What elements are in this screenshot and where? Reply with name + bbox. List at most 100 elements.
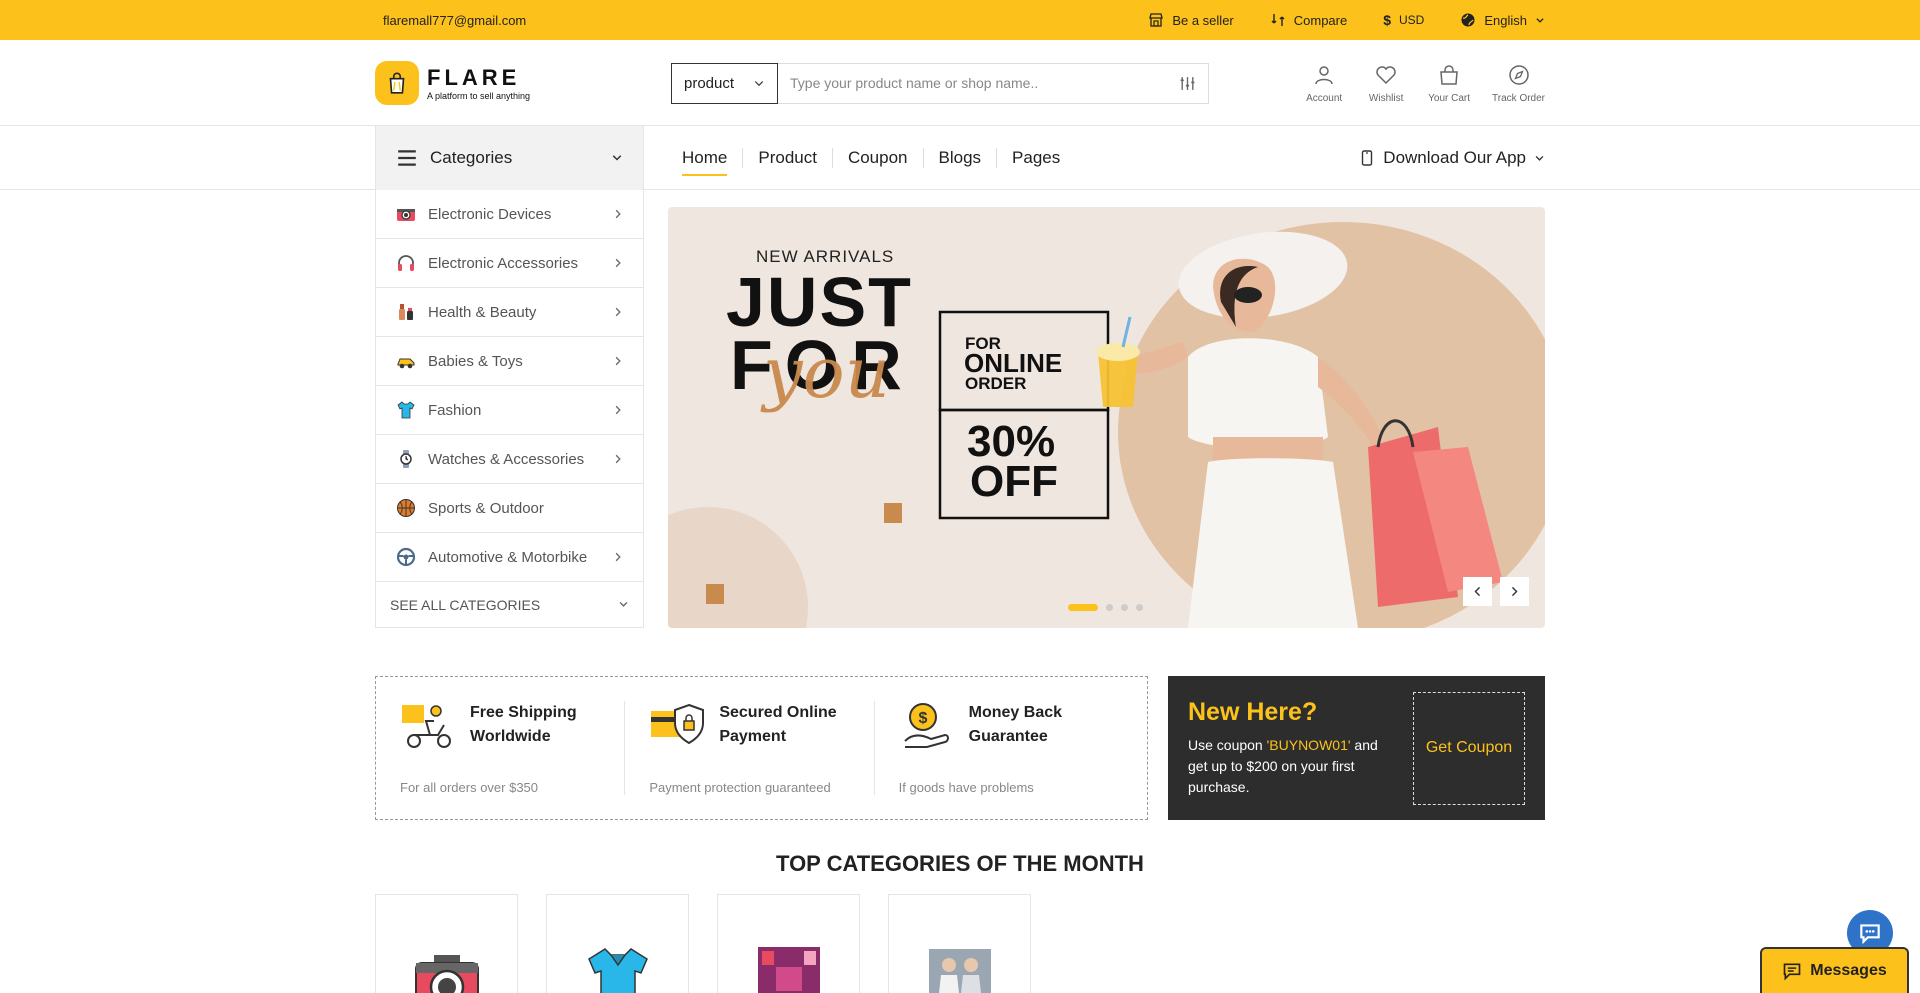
wishlist-button[interactable]: Wishlist [1366, 63, 1406, 104]
chevron-left-icon [1474, 586, 1481, 597]
store-icon [1149, 13, 1164, 27]
nav-coupon[interactable]: Coupon [831, 148, 923, 168]
contact-email[interactable]: flaremall777@gmail.com [375, 13, 526, 28]
hero-off: OFF [970, 457, 1058, 506]
account-button[interactable]: Account [1304, 63, 1344, 104]
features-strip: Free Shipping Worldwide For all orders o… [375, 676, 1148, 820]
sidebar-item-watches-accessories[interactable]: Watches & Accessories [376, 435, 643, 484]
camera-icon [414, 955, 479, 993]
headphones-icon [396, 253, 416, 273]
brand-name: FLARE [427, 65, 521, 90]
heart-icon [1376, 65, 1396, 84]
messages-button[interactable]: Messages [1760, 947, 1909, 993]
sidebar-item-label: Electronic Devices [428, 205, 552, 223]
get-coupon-button[interactable]: Get Coupon [1413, 691, 1525, 805]
search-category-value: product [684, 74, 735, 92]
secure-card-icon [651, 703, 705, 745]
feature-title: Free Shipping Worldwide [470, 704, 577, 745]
track-order-label: Track Order [1492, 92, 1545, 104]
wishlist-label: Wishlist [1368, 92, 1404, 104]
hamburger-icon [398, 150, 416, 166]
compass-icon [1508, 64, 1529, 85]
search-input[interactable] [790, 75, 1170, 91]
carousel-dot-1[interactable] [1068, 604, 1098, 611]
carousel-prev-button[interactable] [1463, 577, 1492, 606]
currency-selector[interactable]: $ USD [1383, 12, 1424, 28]
basketball-icon [396, 498, 416, 518]
feature-money-back: $ Money Back Guarantee If goods have pro… [873, 701, 1123, 795]
download-app-dropdown[interactable]: Download Our App [1359, 148, 1545, 168]
cosmetics-icon [396, 302, 416, 322]
svg-text:$: $ [918, 710, 927, 727]
feature-subtitle: For all orders over $350 [400, 780, 539, 795]
sidebar-item-electronic-devices[interactable]: Electronic Devices [376, 190, 643, 239]
chevron-right-icon [615, 405, 621, 415]
carousel-dot-2[interactable] [1106, 604, 1113, 611]
sidebar-item-health-beauty[interactable]: Health & Beauty [376, 288, 643, 337]
top-category-card[interactable] [717, 894, 860, 993]
sidebar-item-label: Electronic Accessories [428, 254, 579, 272]
feature-title: Secured Online Payment [719, 704, 837, 745]
feature-subtitle: If goods have problems [898, 780, 1034, 795]
delivery-scooter-icon [402, 705, 451, 748]
top-categories-heading: TOP CATEGORIES OF THE MONTH [776, 851, 1144, 876]
sidebar-item-label: Babies & Toys [428, 352, 523, 370]
compare-link[interactable]: Compare [1270, 12, 1347, 28]
search-category-select[interactable]: product [671, 62, 778, 104]
tshirt-icon [396, 400, 416, 420]
top-category-card[interactable] [375, 894, 518, 993]
language-selector[interactable]: English [1460, 12, 1545, 28]
camera-icon [396, 204, 416, 224]
currency-label: USD [1399, 13, 1425, 27]
toy-car-icon [396, 351, 416, 371]
site-logo[interactable]: FLARE A platform to sell anything [375, 61, 671, 105]
download-app-label: Download Our App [1383, 148, 1526, 167]
compare-label: Compare [1293, 12, 1348, 28]
carousel-next-button[interactable] [1500, 577, 1529, 606]
feature-free-shipping: Free Shipping Worldwide For all orders o… [400, 701, 624, 795]
top-categories-list [375, 894, 1031, 993]
sidebar-item-label: Automotive & Motorbike [428, 548, 588, 566]
track-order-button[interactable]: Track Order [1492, 63, 1545, 104]
filter-sliders-icon[interactable] [1179, 75, 1196, 92]
carousel-dot-4[interactable] [1136, 604, 1143, 611]
sidebar-item-label: Sports & Outdoor [428, 499, 544, 517]
nav-home[interactable]: Home [682, 148, 742, 176]
sidebar-item-label: Watches & Accessories [428, 450, 585, 468]
sidebar-item-automotive-motorbike[interactable]: Automotive & Motorbike [376, 533, 643, 582]
chevron-down-icon [1536, 18, 1544, 23]
be-a-seller-link[interactable]: Be a seller [1148, 12, 1234, 28]
chevron-right-icon [615, 258, 621, 268]
globe-icon [1461, 13, 1475, 27]
top-category-card[interactable] [546, 894, 689, 993]
carousel-dot-3[interactable] [1121, 604, 1128, 611]
chevron-right-icon [615, 209, 621, 219]
main-nav: Categories Home Product Coupon Blogs Pag… [0, 126, 1920, 190]
cart-label: Your Cart [1428, 92, 1471, 104]
messages-label: Messages [1810, 962, 1887, 979]
nav-blogs[interactable]: Blogs [922, 148, 997, 168]
cart-button[interactable]: Your Cart [1428, 63, 1470, 104]
feature-subtitle: Payment protection guaranteed [649, 780, 831, 795]
see-all-categories-button[interactable]: SEE ALL CATEGORIES [376, 582, 643, 627]
sidebar-item-babies-toys[interactable]: Babies & Toys [376, 337, 643, 386]
chevron-down-icon [754, 81, 764, 87]
nav-product[interactable]: Product [742, 148, 832, 168]
steering-wheel-icon [396, 547, 416, 567]
nav-pages[interactable]: Pages [996, 148, 1075, 168]
chevron-down-icon [1535, 155, 1544, 161]
hero-you: you [763, 332, 890, 414]
chevron-right-icon [615, 454, 621, 464]
sidebar-item-electronic-accessories[interactable]: Electronic Accessories [376, 239, 643, 288]
top-category-card[interactable] [888, 894, 1031, 993]
hero-banner[interactable]: NEW ARRIVALS JUST FOR you FOR ONLINE ORD… [668, 207, 1545, 628]
categories-toggle[interactable]: Categories [375, 126, 644, 190]
chevron-right-icon [1511, 586, 1518, 597]
be-a-seller-label: Be a seller [1172, 12, 1234, 28]
feature-title: Money Back Guarantee [968, 704, 1063, 745]
sidebar-item-sports-outdoor[interactable]: Sports & Outdoor [376, 484, 643, 533]
sidebar-item-fashion[interactable]: Fashion [376, 386, 643, 435]
watch-icon [396, 449, 416, 469]
see-all-label: SEE ALL CATEGORIES [390, 596, 541, 613]
chevron-right-icon [615, 307, 621, 317]
